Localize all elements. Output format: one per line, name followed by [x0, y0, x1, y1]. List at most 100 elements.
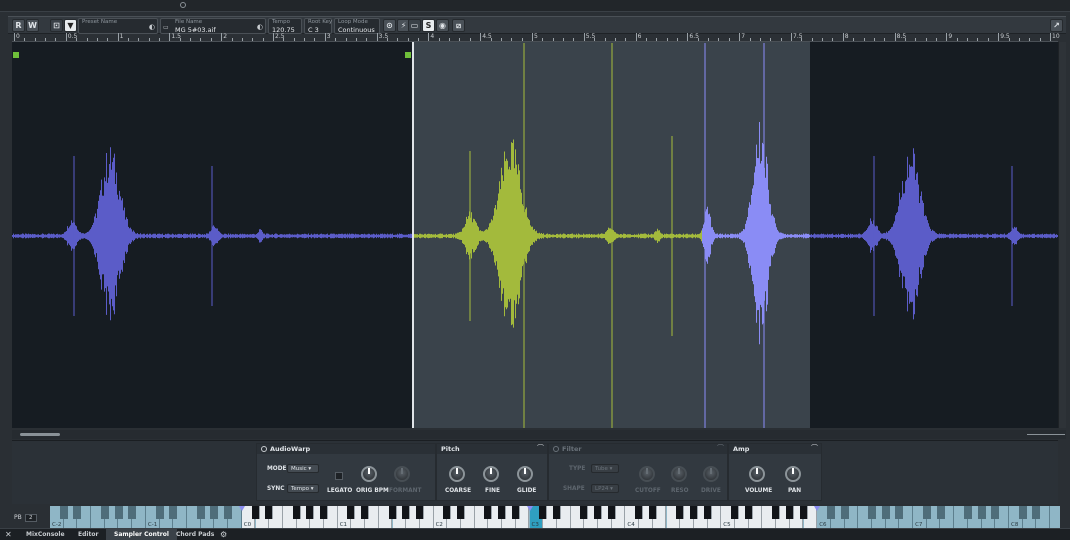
speaker-icon[interactable]: ◉	[436, 19, 449, 32]
black-key[interactable]	[59, 506, 68, 519]
loop-start-line[interactable]	[412, 42, 414, 428]
black-key[interactable]	[210, 506, 219, 519]
black-key[interactable]	[320, 506, 328, 519]
black-key[interactable]	[361, 506, 370, 519]
sync-select[interactable]: Tempo ▾	[287, 484, 319, 493]
hitpoint-icon[interactable]: ⧄	[452, 19, 465, 32]
mute-icon[interactable]: S	[422, 19, 435, 32]
black-key[interactable]	[402, 506, 411, 519]
cutoff-knob[interactable]	[639, 466, 655, 482]
folder-icon[interactable]: ▭	[163, 24, 169, 31]
coarse-knob[interactable]	[449, 466, 465, 482]
black-key[interactable]	[306, 506, 315, 519]
time-ruler[interactable]: 0 0.5 1 1.5 2 2.5 3 3.5 4 4.5 5 5.5 6 6.5 7 7.5 8 8.5 9 9.5…	[12, 33, 1060, 42]
root-key-marker[interactable]	[526, 506, 533, 511]
tab-mixconsole[interactable]: MixConsole	[18, 529, 73, 540]
black-key[interactable]	[840, 506, 849, 519]
black-key[interactable]	[895, 506, 904, 519]
drive-knob[interactable]	[703, 466, 719, 482]
black-key[interactable]	[388, 506, 397, 519]
tab-chord-pads[interactable]: Chord Pads	[168, 529, 222, 540]
pitchbend-value[interactable]: 2	[24, 514, 37, 522]
black-key[interactable]	[169, 506, 178, 519]
range-low-marker[interactable]	[238, 506, 245, 511]
black-key[interactable]	[689, 506, 698, 519]
piano-keyboard[interactable]: C-2 C-1 C0 C1 C2 C3 C4 C5 C6 C7 C8	[50, 506, 1060, 528]
scrub-icon[interactable]: ▭	[408, 19, 421, 32]
preset-save-icon[interactable]: ◐	[149, 23, 155, 31]
black-key[interactable]	[73, 506, 82, 519]
preset-name-field[interactable]: Preset Name ◐	[78, 18, 158, 34]
black-key[interactable]	[580, 506, 589, 519]
filter-envelope-icon[interactable]: ⌒	[717, 445, 726, 452]
black-key[interactable]	[922, 506, 931, 519]
preset-browser-icon[interactable]: ⊡	[50, 19, 63, 32]
black-key[interactable]	[963, 506, 972, 519]
root-key-field[interactable]: Root Key C 3	[304, 18, 332, 34]
black-key[interactable]	[128, 506, 137, 519]
horizontal-scrollbar[interactable]	[12, 430, 1066, 439]
position-marker-icon[interactable]	[180, 2, 186, 8]
tab-sampler-control[interactable]: Sampler Control	[106, 529, 177, 540]
filter-type-select[interactable]: Tube ▾	[591, 464, 619, 473]
pan-knob[interactable]	[785, 466, 801, 482]
horizontal-zoom-slider[interactable]	[1027, 434, 1065, 435]
loop-start-marker[interactable]	[405, 52, 411, 58]
black-key[interactable]	[224, 506, 233, 519]
expand-icon[interactable]: ↗	[1050, 19, 1063, 32]
fine-knob[interactable]	[483, 466, 499, 482]
black-key[interactable]	[991, 506, 1000, 519]
black-key[interactable]	[648, 506, 657, 519]
load-preset-icon[interactable]: ▼	[64, 19, 77, 32]
black-key[interactable]	[607, 506, 616, 519]
black-key[interactable]	[457, 506, 465, 519]
black-key[interactable]	[100, 506, 109, 519]
black-key[interactable]	[868, 506, 876, 519]
black-key[interactable]	[826, 506, 835, 519]
black-key[interactable]	[251, 506, 260, 519]
scrollbar-thumb[interactable]	[20, 433, 60, 436]
black-key[interactable]	[772, 506, 781, 519]
black-key[interactable]	[744, 506, 753, 519]
pitch-envelope-icon[interactable]: ⌒	[537, 445, 546, 452]
black-key[interactable]	[703, 506, 712, 519]
black-key[interactable]	[635, 506, 644, 519]
audiowarp-power-icon[interactable]	[261, 446, 267, 452]
volume-knob[interactable]	[749, 466, 765, 482]
sample-start-marker[interactable]	[13, 52, 19, 58]
black-key[interactable]	[881, 506, 890, 519]
range-high-marker[interactable]	[814, 506, 821, 511]
read-automation-button[interactable]: R	[12, 19, 25, 32]
filter-shape-select[interactable]: LP24 ▾	[591, 484, 619, 493]
black-key[interactable]	[552, 506, 561, 519]
black-key[interactable]	[196, 506, 205, 519]
filter-power-icon[interactable]	[553, 446, 559, 452]
black-key[interactable]	[977, 506, 986, 519]
black-key[interactable]	[731, 506, 739, 519]
write-automation-button[interactable]: W	[26, 19, 39, 32]
mode-select[interactable]: Music ▾	[287, 464, 319, 473]
black-key[interactable]	[785, 506, 794, 519]
black-key[interactable]	[799, 506, 808, 519]
tab-editor[interactable]: Editor	[70, 529, 106, 540]
black-key[interactable]	[539, 506, 548, 519]
reso-knob[interactable]	[671, 466, 687, 482]
orig-bpm-knob[interactable]	[361, 466, 377, 482]
vertical-zoom-bar[interactable]	[1058, 42, 1066, 428]
file-name-field[interactable]: ▭ File Name MG 5#03.aif ◐	[160, 18, 266, 34]
loop-icon[interactable]: ⊙	[383, 19, 396, 32]
black-key[interactable]	[292, 506, 301, 519]
formant-knob[interactable]	[394, 466, 410, 482]
gear-icon[interactable]: ⚙	[220, 529, 227, 540]
black-key[interactable]	[511, 506, 520, 519]
amp-envelope-icon[interactable]: ⌒	[811, 445, 820, 452]
close-icon[interactable]: ✕	[5, 529, 12, 540]
black-key[interactable]	[443, 506, 452, 519]
file-options-icon[interactable]: ◐	[257, 23, 263, 31]
white-key[interactable]	[1050, 506, 1060, 528]
loop-mode-field[interactable]: Loop Mode Continuous	[334, 18, 380, 34]
black-key[interactable]	[1018, 506, 1027, 519]
black-key[interactable]	[498, 506, 507, 519]
black-key[interactable]	[594, 506, 602, 519]
black-key[interactable]	[155, 506, 164, 519]
